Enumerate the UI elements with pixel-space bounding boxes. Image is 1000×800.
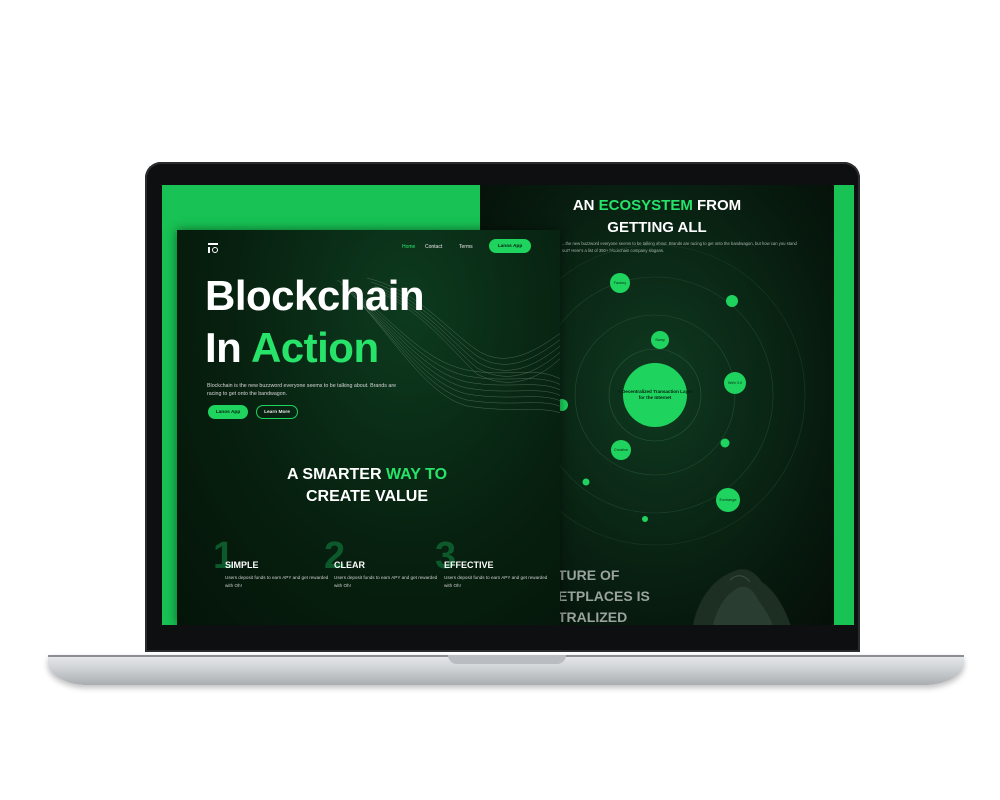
value-title-line2: CREATE VALUE bbox=[305, 488, 429, 505]
laptop-notch bbox=[448, 655, 566, 664]
hero-panel: Home Contact Terms Lanos App Blockchain … bbox=[177, 230, 560, 625]
bottom-heading-line3: TRALIZED bbox=[558, 609, 628, 625]
bottom-heading-line2: ETPLACES IS bbox=[558, 588, 650, 604]
nav-home[interactable]: Home bbox=[402, 244, 415, 250]
orbit-node-dot bbox=[582, 478, 590, 486]
feature-title-simple: SIMPLE bbox=[225, 560, 259, 570]
hero-title-line2: In Action bbox=[205, 324, 379, 371]
orbit-label-web3: Web 3.0 bbox=[727, 381, 743, 385]
hero-launch-app-button[interactable]: Lanos App bbox=[208, 405, 248, 419]
nav-launch-app-button[interactable]: Lanos App bbox=[489, 239, 531, 253]
nav-contact[interactable]: Contact bbox=[425, 244, 442, 250]
orbit-node-dot bbox=[720, 438, 730, 448]
feature-number-2: 2 bbox=[324, 535, 346, 577]
orbit-node-dot bbox=[642, 516, 648, 522]
dark-rock-illustration bbox=[693, 569, 791, 625]
feature-number-1: 1 bbox=[213, 535, 235, 577]
green-backdrop-right bbox=[834, 185, 854, 625]
orbit-center-label: A Decentralized Transaction Layer for th… bbox=[617, 388, 693, 401]
hero-title-line1: Blockchain bbox=[205, 272, 425, 319]
hero-learn-more-button[interactable]: Learn More bbox=[256, 405, 298, 419]
feature-desc-clear: Users deposit funds to earn APY and get … bbox=[334, 575, 438, 588]
orbit-node-dot bbox=[726, 295, 738, 307]
hero-description: Blockchain is the new buzzword everyone … bbox=[207, 383, 397, 397]
laptop-screen: AN ECOSYSTEM FROM GETTING ALL ...the new… bbox=[162, 185, 854, 625]
feature-desc-simple: Users deposit funds to earn APY and get … bbox=[225, 575, 329, 588]
orbit-label-factory: Factory bbox=[613, 281, 627, 285]
feature-number-3: 3 bbox=[435, 535, 457, 577]
orbit-label-creative: Creative bbox=[613, 448, 629, 452]
feature-desc-effective: Users deposit funds to earn APY and get … bbox=[444, 575, 548, 588]
feature-title-clear: CLEAR bbox=[334, 560, 365, 570]
orbit-label-exchange: Exchange bbox=[719, 498, 737, 502]
bottom-heading-line1: TURE OF bbox=[558, 567, 620, 583]
value-title-line1: A SMARTER WAY TO bbox=[286, 466, 448, 483]
brand-logo-icon[interactable] bbox=[208, 243, 218, 253]
orbit-label-swap: Swap bbox=[655, 338, 665, 342]
feature-title-effective: EFFECTIVE bbox=[444, 560, 494, 570]
nav-terms[interactable]: Terms bbox=[459, 244, 473, 250]
